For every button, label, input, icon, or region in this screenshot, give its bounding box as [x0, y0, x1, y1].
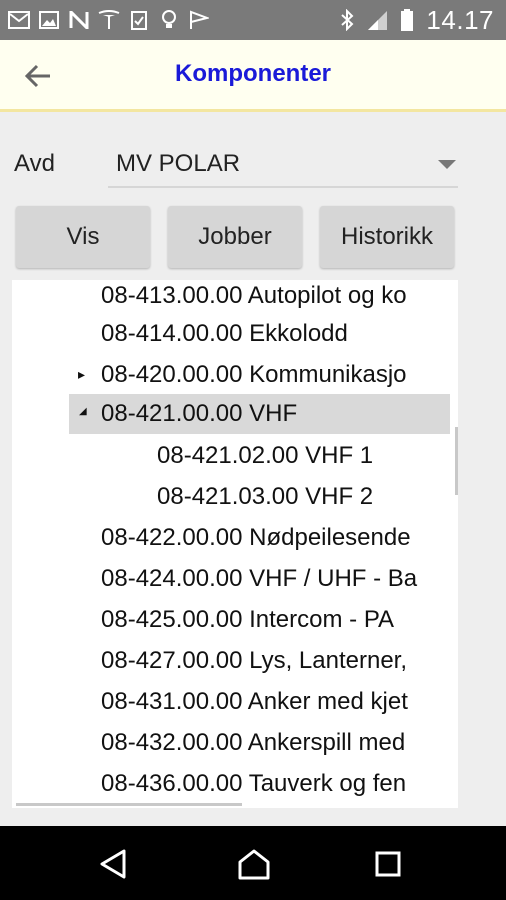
app-bar: Komponenter [0, 40, 506, 112]
avd-label: Avd [14, 150, 55, 177]
jobber-button[interactable]: Jobber [168, 206, 302, 268]
collapse-arrow-icon[interactable]: ◢ [79, 406, 87, 417]
nav-back-button[interactable] [93, 844, 133, 884]
flag-icon [188, 9, 210, 31]
tree-item[interactable]: 08-422.00.00 Nødpeilesende [12, 518, 450, 558]
tesla-icon [98, 9, 120, 31]
nav-home-button[interactable] [234, 844, 274, 884]
page-title: Komponenter [175, 60, 331, 87]
back-triangle-icon [100, 849, 126, 879]
tree-item[interactable]: 08-436.00.00 Tauverk og fen [12, 764, 450, 804]
status-bar: 14.17 [0, 0, 506, 40]
tree-item[interactable]: ▸ 08-420.00.00 Kommunikasjo [12, 355, 450, 395]
n-app-icon [68, 9, 90, 31]
battery-icon [396, 9, 418, 31]
tree-item-selected[interactable]: ◢ 08-421.00.00 VHF [69, 394, 450, 434]
tree-item[interactable]: 08-427.00.00 Lys, Lanterner, [12, 641, 450, 681]
component-tree[interactable]: 08-413.00.00 Autopilot og ko 08-414.00.0… [12, 280, 458, 808]
nav-recents-button[interactable] [368, 844, 408, 884]
tree-item[interactable]: 08-421.03.00 VHF 2 [12, 477, 450, 517]
bluetooth-icon [336, 9, 358, 31]
recents-icon [375, 851, 401, 877]
tree-item[interactable]: 08-431.00.00 Anker med kjet [12, 682, 450, 722]
vertical-scrollbar[interactable] [455, 427, 458, 495]
historikk-button[interactable]: Historikk [320, 206, 454, 268]
expand-arrow-icon[interactable]: ▸ [78, 366, 85, 383]
signal-icon [366, 9, 388, 31]
home-icon [238, 849, 270, 880]
tree-item[interactable]: 08-432.00.00 Ankerspill med [12, 723, 450, 763]
tree-item[interactable]: 08-421.02.00 VHF 1 [12, 436, 450, 476]
vis-button[interactable]: Vis [16, 206, 150, 268]
image-icon [38, 9, 60, 31]
notification-icons [8, 6, 210, 34]
tree-item[interactable]: 08-413.00.00 Autopilot og ko [12, 280, 450, 316]
navigation-bar [0, 826, 506, 900]
dropdown-caret-icon [438, 160, 456, 169]
avd-selected-value: MV POLAR [116, 150, 241, 177]
tree-item[interactable]: 08-414.00.00 Ekkolodd [12, 314, 450, 354]
system-icons: 14.17 [336, 4, 494, 36]
status-time: 14.17 [426, 4, 494, 35]
tree-item[interactable]: 08-425.00.00 Intercom - PA [12, 600, 450, 640]
clipboard-check-icon [128, 9, 150, 31]
horizontal-scrollbar[interactable] [16, 803, 242, 806]
gmail-icon [8, 9, 30, 31]
tree-item[interactable]: 08-424.00.00 VHF / UHF - Ba [12, 559, 450, 599]
avd-dropdown[interactable]: MV POLAR [108, 140, 458, 188]
lightbulb-icon [158, 9, 180, 31]
